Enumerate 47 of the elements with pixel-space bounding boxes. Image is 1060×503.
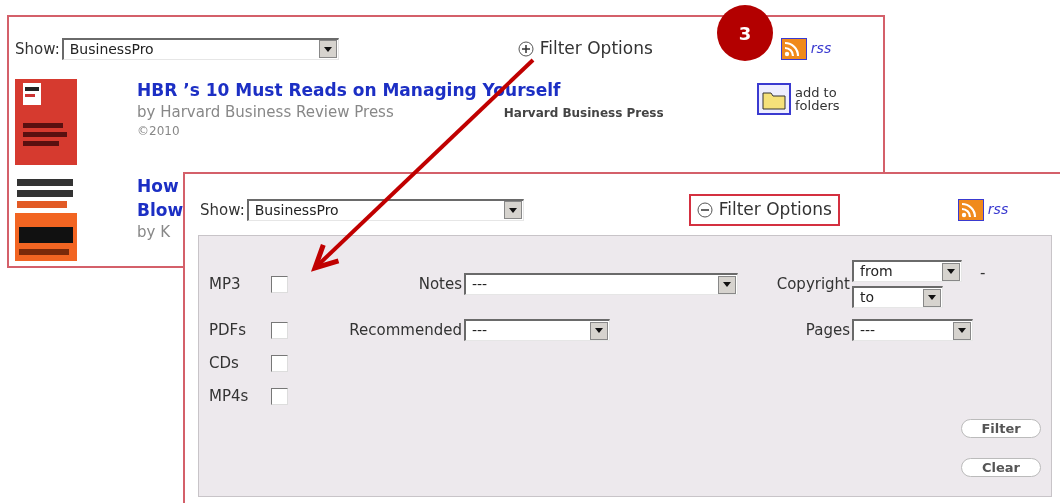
notes-label: Notes — [418, 273, 463, 295]
book-title-link[interactable]: How — [137, 174, 179, 197]
collapse-icon — [696, 201, 713, 218]
show-label: Show: — [200, 199, 245, 221]
checkbox[interactable] — [271, 387, 288, 405]
author-text: by K — [137, 222, 170, 241]
recommended-dropdown[interactable]: --- — [464, 319, 610, 341]
copyright-year: ©2010 — [137, 122, 181, 140]
filter-options-toggle[interactable]: Filter Options — [509, 33, 661, 65]
expand-icon — [517, 40, 534, 57]
checkbox[interactable] — [271, 275, 288, 293]
rss-link[interactable]: rss — [810, 38, 832, 60]
filter-button[interactable]: Filter — [961, 419, 1041, 438]
folder-icon[interactable] — [757, 82, 791, 115]
copyright-label: Copyright — [776, 273, 851, 295]
pages-dropdown[interactable]: --- — [852, 319, 973, 341]
caret-icon — [508, 207, 517, 213]
checkbox-label: CDs — [209, 352, 240, 374]
publisher-text: Harvard Business Press — [503, 105, 664, 120]
checkbox[interactable] — [271, 354, 288, 372]
author-text: by Harvard Business Review Press — [137, 102, 394, 121]
pages-label: Pages — [805, 319, 851, 341]
show-dropdown[interactable]: BusinessPro — [246, 198, 524, 221]
book-title-link[interactable]: Blow — [137, 198, 184, 221]
caret-icon — [947, 269, 955, 274]
rss-link[interactable]: rss — [987, 199, 1009, 221]
range-separator: - — [979, 263, 987, 284]
recommended-label: Recommended — [349, 319, 463, 341]
checkbox-label: MP3 — [209, 273, 242, 295]
checkbox[interactable] — [271, 321, 288, 339]
show-label: Show: — [15, 38, 60, 60]
clear-button[interactable]: Clear — [961, 458, 1041, 477]
caret-icon — [928, 295, 936, 300]
rss-icon[interactable] — [780, 37, 807, 60]
caret-icon — [595, 328, 603, 333]
rss-icon[interactable] — [957, 198, 984, 221]
show-dropdown[interactable]: BusinessPro — [61, 37, 339, 60]
checkbox-label: PDFs — [209, 319, 248, 341]
from-dropdown[interactable]: from — [852, 260, 962, 282]
to-dropdown[interactable]: to — [852, 286, 943, 308]
caret-icon — [958, 328, 966, 333]
filter-options-toggle[interactable]: Filter Options — [688, 194, 840, 226]
caret-icon — [323, 46, 332, 52]
checkbox-label: MP4s — [209, 385, 250, 407]
notes-dropdown[interactable]: --- — [464, 273, 738, 295]
add-to-folders-link[interactable]: add to folders — [795, 85, 855, 112]
caret-icon — [723, 282, 731, 287]
